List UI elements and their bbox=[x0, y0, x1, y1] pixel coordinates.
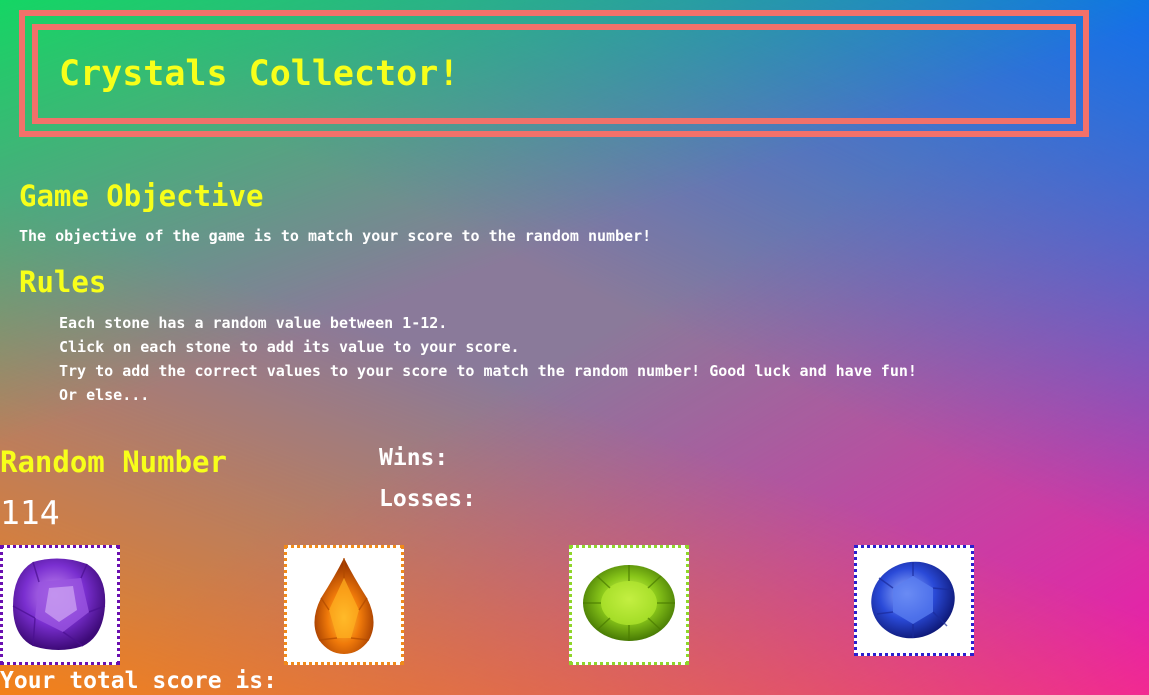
rule-item: Or else... bbox=[59, 386, 150, 404]
crystal-peridot-button[interactable] bbox=[569, 545, 689, 665]
page-title: Crystals Collector! bbox=[59, 54, 460, 94]
losses-label: Losses: bbox=[379, 486, 476, 512]
rule-item: Try to add the correct values to your sc… bbox=[59, 362, 917, 380]
crystal-citrine-button[interactable] bbox=[284, 545, 404, 665]
rules-list: Each stone has a random value between 1-… bbox=[59, 311, 917, 407]
amethyst-icon bbox=[12, 558, 106, 650]
wins-label: Wins: bbox=[379, 445, 449, 471]
objective-heading: Game Objective bbox=[19, 179, 264, 213]
peridot-icon bbox=[583, 565, 675, 641]
rule-item: Click on each stone to add its value to … bbox=[59, 338, 520, 356]
citrine-icon bbox=[314, 558, 374, 654]
crystal-sapphire-button[interactable] bbox=[854, 545, 974, 656]
objective-text: The objective of the game is to match yo… bbox=[19, 227, 652, 245]
crystal-amethyst-button[interactable] bbox=[0, 545, 120, 665]
random-number-label: Random Number bbox=[0, 445, 227, 479]
random-number-value: 114 bbox=[0, 493, 60, 532]
sapphire-icon bbox=[871, 561, 955, 639]
rule-item: Each stone has a random value between 1-… bbox=[59, 314, 448, 332]
rules-heading: Rules bbox=[19, 265, 107, 299]
total-score-label: Your total score is: bbox=[0, 668, 277, 694]
